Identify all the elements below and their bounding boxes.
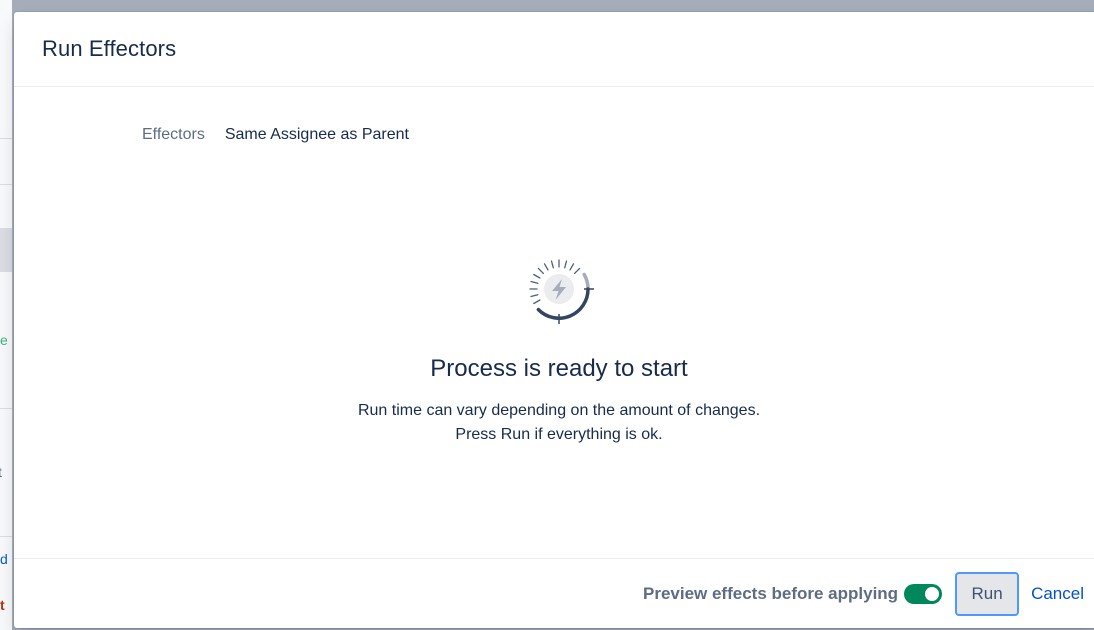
toggle-knob [925,586,940,601]
effectors-field: Effectors Same Assignee as Parent [142,126,409,144]
divider [0,138,12,139]
preview-toggle-label: Preview effects before applying [642,583,899,603]
background-text-fragment: e [0,332,8,348]
process-status: Process is ready to start Run time can v… [14,248,1094,447]
lightning-gauge-icon [529,259,594,324]
status-title: Process is ready to start [430,355,688,382]
divider [0,536,12,537]
background-row [0,228,12,272]
dialog-footer: Preview effects before applying Run Canc… [14,558,1094,628]
background-page-strip: e t d t [0,0,12,630]
background-text-fragment: d [0,551,8,567]
divider [0,184,12,185]
effectors-value: Same Assignee as Parent [224,126,409,143]
cancel-button[interactable]: Cancel [1031,584,1084,604]
preview-effects-toggle[interactable] [904,583,943,604]
dialog-title: Run Effectors [42,36,177,61]
effectors-label: Effectors [142,126,205,143]
divider [0,408,12,409]
status-hint: Press Run if everything is ok. [455,426,663,443]
background-text-fragment: t [0,597,5,613]
run-button[interactable]: Run [955,571,1020,616]
background-text-fragment: t [0,464,2,480]
dialog-header: Run Effectors [14,12,1094,87]
status-description: Run time can vary depending on the amoun… [357,402,761,419]
gauge-track-icon [582,272,590,291]
run-effectors-dialog: Run Effectors Effectors Same Assignee as… [14,12,1094,628]
